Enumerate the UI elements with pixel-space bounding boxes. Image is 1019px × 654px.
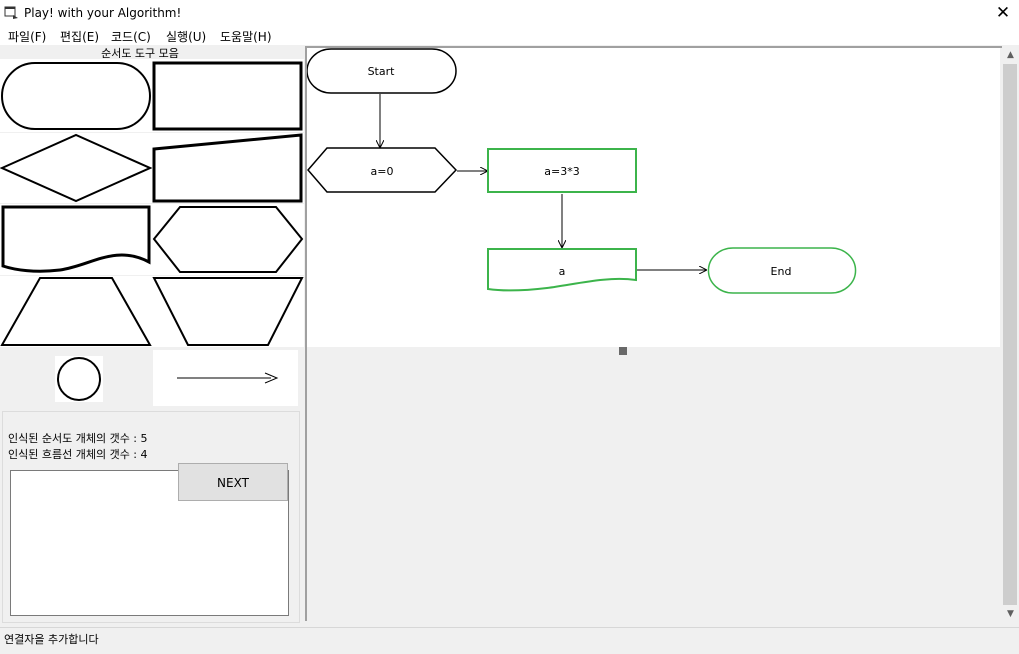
menu-file[interactable]: 파일(F) — [8, 28, 46, 45]
scrollbar-thumb[interactable] — [1003, 64, 1017, 605]
node-output-label: a — [559, 265, 566, 278]
trapezoid-tool[interactable] — [0, 276, 152, 347]
close-icon: ✕ — [995, 3, 1011, 23]
scroll-down-icon[interactable]: ▼ — [1002, 609, 1019, 619]
connector-tool[interactable] — [55, 356, 103, 402]
flowchart-diagram: Start a=0 a=3*3 a End — [306, 48, 857, 294]
node-init-label: a=0 — [371, 165, 394, 178]
canvas-resize-handle[interactable] — [619, 347, 627, 355]
status-text: 연결자을 추가합니다 — [4, 633, 99, 646]
node-start-label: Start — [368, 65, 396, 78]
menu-run[interactable]: 실행(U) — [166, 28, 206, 45]
app-icon — [4, 6, 18, 19]
window-title: Play! with your Algorithm! — [24, 6, 182, 20]
menu-help[interactable]: 도움말(H) — [220, 28, 272, 45]
manual-input-tool[interactable] — [152, 133, 304, 203]
shape-count-label: 인식된 순서도 개체의 갯수 : 5 — [8, 432, 148, 445]
arrow-tool[interactable] — [153, 350, 298, 406]
node-assign-label: a=3*3 — [544, 165, 579, 178]
document-tool[interactable] — [0, 204, 152, 275]
process-tool[interactable] — [152, 59, 304, 132]
next-button[interactable]: NEXT — [178, 463, 288, 501]
preparation-tool[interactable] — [152, 204, 304, 275]
menu-bar: 파일(F) 편집(E) 코드(C) 실행(U) 도움말(H) — [0, 27, 1019, 45]
terminal-tool[interactable] — [0, 59, 152, 132]
close-button[interactable]: ✕ — [990, 2, 1016, 24]
node-end-label: End — [771, 265, 792, 278]
decision-tool[interactable] — [0, 133, 152, 203]
line-count-label: 인식된 흐름선 개체의 갯수 : 4 — [8, 448, 148, 461]
flowchart-canvas[interactable]: Start a=0 a=3*3 a End — [306, 48, 1000, 347]
menu-edit[interactable]: 편집(E) — [60, 28, 99, 45]
menu-code[interactable]: 코드(C) — [111, 28, 151, 45]
status-bar — [0, 627, 1019, 654]
scroll-up-icon[interactable]: ▲ — [1002, 50, 1019, 60]
manual-operation-tool[interactable] — [152, 276, 304, 347]
